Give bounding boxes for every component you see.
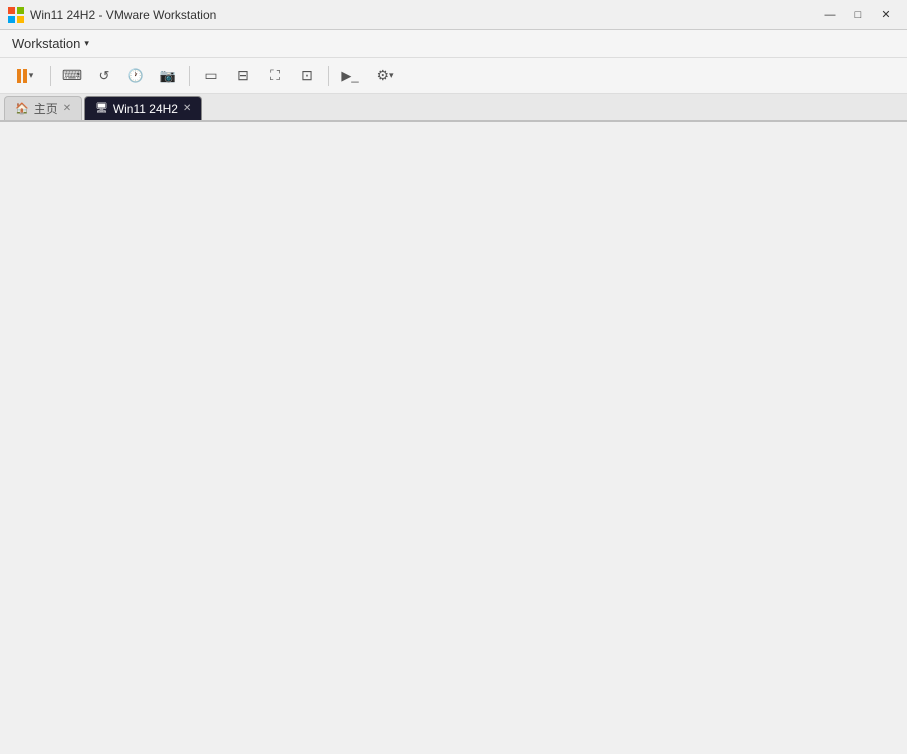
toolbar-separator-2 xyxy=(189,66,190,86)
view-normal-icon: ▭ xyxy=(204,67,217,84)
tab-home-close[interactable]: ✕ xyxy=(63,103,71,114)
pause-icon xyxy=(17,69,27,83)
pause-button[interactable]: ▾ xyxy=(6,62,44,90)
settings-icon: ⚙ xyxy=(376,67,389,84)
camera-icon: 📷 xyxy=(160,68,176,84)
view-fullscreen-icon: ⛶ xyxy=(270,67,280,84)
view-normal-button[interactable]: ▭ xyxy=(196,62,226,90)
ctrl-alt-del-button[interactable]: ⌨ xyxy=(57,62,87,90)
vm-icon: 🖥 xyxy=(95,103,108,114)
console-button[interactable]: ▶_ xyxy=(335,62,365,90)
app-icon xyxy=(8,7,24,23)
toolbar-separator-3 xyxy=(328,66,329,86)
revert-icon: ↺ xyxy=(99,68,110,84)
tabs-bar: 🏠 主页 ✕ 🖥 Win11 24H2 ✕ xyxy=(0,94,907,122)
close-button[interactable]: ✕ xyxy=(873,5,899,25)
pause-dropdown-arrow: ▾ xyxy=(29,70,34,81)
tab-home[interactable]: 🏠 主页 ✕ xyxy=(4,96,82,120)
home-icon: 🏠 xyxy=(15,102,29,115)
take-snapshot-button[interactable]: 📷 xyxy=(153,62,183,90)
tab-vm[interactable]: 🖥 Win11 24H2 ✕ xyxy=(84,96,202,120)
view-fit-icon: ⊡ xyxy=(301,67,313,84)
snapshot-manager-icon: 🕐 xyxy=(128,68,144,84)
tab-home-label: 主页 xyxy=(34,100,58,117)
minimize-button[interactable]: — xyxy=(817,5,843,25)
window-title: Win11 24H2 - VMware Workstation xyxy=(30,8,817,22)
dropdown-arrow-icon: ▾ xyxy=(84,38,89,49)
workstation-menu[interactable]: Workstation ▾ xyxy=(4,30,97,57)
revert-snapshot-button[interactable]: ↺ xyxy=(89,62,119,90)
view-fullscreen-button[interactable]: ⛶ xyxy=(260,62,290,90)
maximize-button[interactable]: □ xyxy=(845,5,871,25)
menu-bar: Workstation ▾ xyxy=(0,30,907,58)
tab-vm-close[interactable]: ✕ xyxy=(183,103,191,114)
settings-dropdown-button[interactable]: ⚙ ▾ xyxy=(367,62,403,90)
tab-vm-label: Win11 24H2 xyxy=(113,102,178,116)
view-unity-icon: ⊟ xyxy=(237,67,249,84)
title-bar: Win11 24H2 - VMware Workstation — □ ✕ xyxy=(0,0,907,30)
keyboard-icon: ⌨ xyxy=(62,67,82,84)
window-controls: — □ ✕ xyxy=(817,5,899,25)
view-unity-button[interactable]: ⊟ xyxy=(228,62,258,90)
snapshot-manager-button[interactable]: 🕐 xyxy=(121,62,151,90)
view-fit-button[interactable]: ⊡ xyxy=(292,62,322,90)
settings-dropdown-arrow: ▾ xyxy=(389,70,394,81)
toolbar-separator-1 xyxy=(50,66,51,86)
console-icon: ▶_ xyxy=(341,68,358,84)
toolbar: ▾ ⌨ ↺ 🕐 📷 ▭ ⊟ ⛶ ⊡ ▶_ ⚙ ▾ xyxy=(0,58,907,94)
